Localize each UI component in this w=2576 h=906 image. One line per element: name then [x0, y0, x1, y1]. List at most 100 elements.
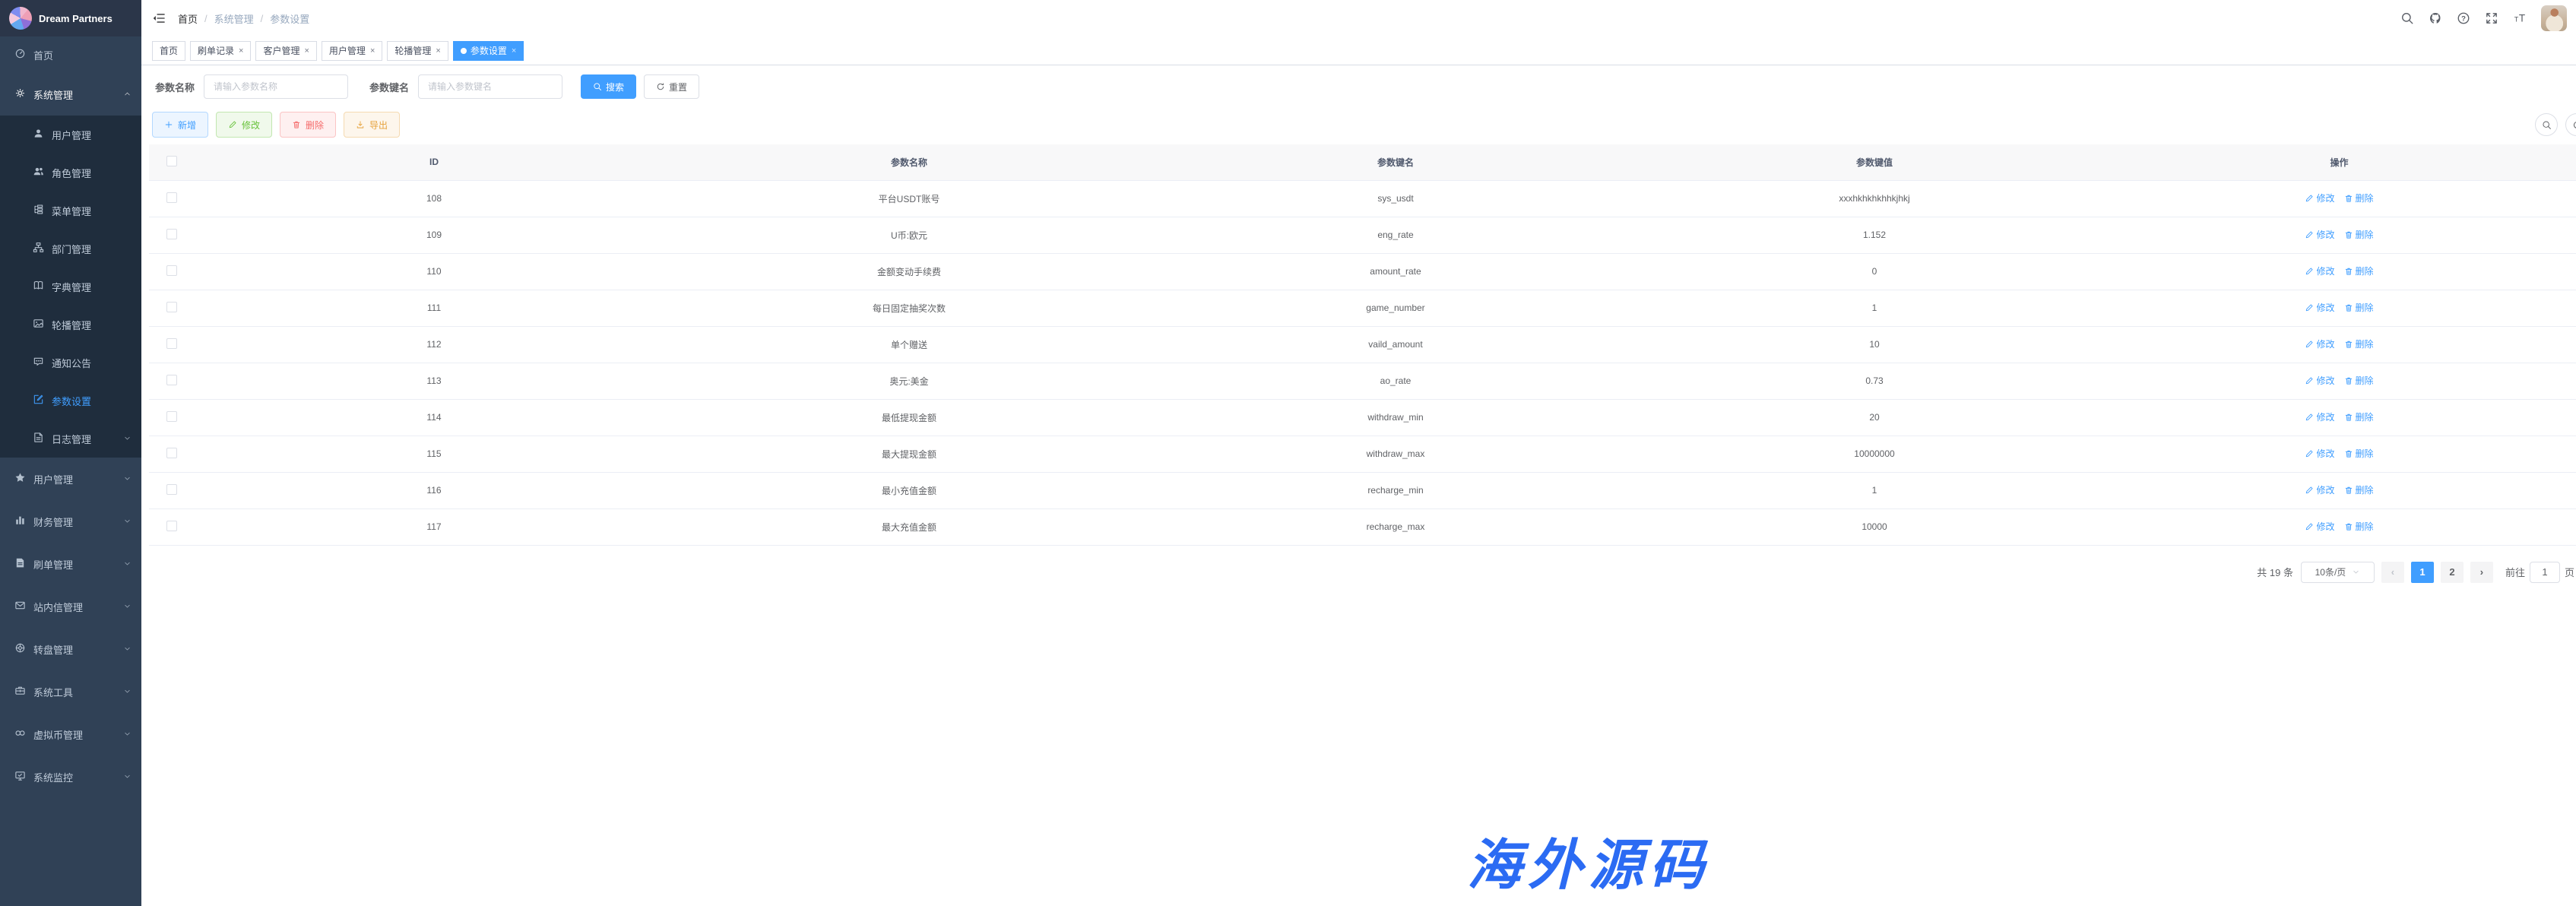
row-delete-link[interactable]: 删除 [2344, 192, 2374, 204]
page-size-select[interactable]: 10条/页 [2301, 562, 2375, 583]
fullscreen-icon[interactable] [2485, 11, 2498, 25]
row-edit-link[interactable]: 修改 [2305, 265, 2334, 277]
sidebar-fold-icon[interactable] [152, 11, 166, 25]
next-page-button[interactable]: › [2470, 562, 2493, 583]
row-edit-link[interactable]: 修改 [2305, 228, 2334, 241]
row-checkbox[interactable] [166, 521, 177, 531]
row-delete-link[interactable]: 删除 [2344, 374, 2374, 387]
row-edit-label: 修改 [2316, 447, 2334, 460]
sidebar-item-users[interactable]: 角色管理 [0, 154, 141, 192]
cell-value: 10000000 [1646, 436, 2102, 472]
close-icon[interactable]: × [304, 46, 309, 55]
show-search-toggle-icon[interactable] [2535, 113, 2558, 136]
question-icon[interactable] [2457, 11, 2470, 25]
search-button[interactable]: 搜索 [581, 74, 636, 99]
row-checkbox[interactable] [166, 265, 177, 276]
row-checkbox-cell [149, 399, 195, 436]
row-checkbox[interactable] [166, 411, 177, 422]
row-delete-link[interactable]: 删除 [2344, 410, 2374, 423]
row-delete-link[interactable]: 删除 [2344, 483, 2374, 496]
param-key-input[interactable] [418, 74, 562, 99]
sidebar-item-label: 系统管理 [33, 87, 73, 102]
row-delete-link[interactable]: 删除 [2344, 520, 2374, 533]
select-all-checkbox[interactable] [166, 156, 177, 166]
row-checkbox[interactable] [166, 338, 177, 349]
sidebar-item-message[interactable]: 通知公告 [0, 344, 141, 382]
sidebar-item-coins[interactable]: 虚拟币管理 [0, 713, 141, 756]
row-checkbox[interactable] [166, 448, 177, 458]
row-edit-link[interactable]: 修改 [2305, 410, 2334, 423]
row-edit-link[interactable]: 修改 [2305, 337, 2334, 350]
table-row: 108平台USDT账号sys_usdtxxxhkhkhkhhkjhkj修改删除 [149, 180, 2576, 217]
breadcrumb-home[interactable]: 首页 [178, 11, 198, 26]
sidebar-item-log[interactable]: 日志管理 [0, 420, 141, 458]
row-delete-link[interactable]: 删除 [2344, 228, 2374, 241]
close-icon[interactable]: × [370, 46, 375, 55]
sidebar-item-label: 角色管理 [52, 166, 91, 180]
brand-title: Dream Partners [39, 13, 112, 24]
sidebar-item-image[interactable]: 轮播管理 [0, 306, 141, 344]
row-delete-link[interactable]: 删除 [2344, 265, 2374, 277]
tab-3[interactable]: 用户管理× [322, 41, 382, 61]
table-row: 115最大提现金额withdraw_max10000000修改删除 [149, 436, 2576, 472]
font-size-icon[interactable] [2513, 11, 2527, 25]
sidebar-item-tree[interactable]: 部门管理 [0, 230, 141, 268]
param-name-input[interactable] [204, 74, 348, 99]
sidebar-item-chart-bar[interactable]: 财务管理 [0, 500, 141, 543]
row-edit-link[interactable]: 修改 [2305, 374, 2334, 387]
prev-page-button[interactable]: ‹ [2381, 562, 2404, 583]
row-delete-link[interactable]: 删除 [2344, 447, 2374, 460]
sidebar-item-dashboard[interactable]: 首页 [0, 36, 141, 73]
document-icon [14, 557, 26, 570]
column-header: 参数键值 [1646, 144, 2102, 180]
sidebar-item-document[interactable]: 刷单管理 [0, 543, 141, 585]
sidebar-item-star[interactable]: 用户管理 [0, 458, 141, 500]
search-icon[interactable] [2400, 11, 2414, 25]
avatar[interactable] [2541, 5, 2567, 31]
dashboard-icon [14, 48, 26, 61]
tab-1[interactable]: 刷单记录× [190, 41, 251, 61]
row-checkbox[interactable] [166, 229, 177, 239]
row-edit-link[interactable]: 修改 [2305, 483, 2334, 496]
page-button-1[interactable]: 1 [2411, 562, 2434, 583]
row-checkbox[interactable] [166, 192, 177, 203]
delete-button[interactable]: 删除 [280, 112, 336, 138]
sidebar-item-book[interactable]: 字典管理 [0, 268, 141, 306]
row-delete-link[interactable]: 删除 [2344, 337, 2374, 350]
tab-4[interactable]: 轮播管理× [387, 41, 448, 61]
sidebar-item-edit-square[interactable]: 参数设置 [0, 382, 141, 420]
row-edit-link[interactable]: 修改 [2305, 520, 2334, 533]
reset-button[interactable]: 重置 [644, 74, 699, 99]
row-delete-link[interactable]: 删除 [2344, 301, 2374, 314]
goto-page-input[interactable] [2530, 562, 2560, 583]
logo-bar[interactable]: Dream Partners [0, 0, 141, 36]
breadcrumb: 首页 / 系统管理 / 参数设置 [178, 11, 309, 26]
tab-home[interactable]: 首页 [152, 41, 185, 61]
menu-list-icon [33, 204, 44, 217]
edit-button[interactable]: 修改 [216, 112, 272, 138]
page-button-2[interactable]: 2 [2441, 562, 2464, 583]
sidebar-item-gear[interactable]: 系统管理 [0, 73, 141, 116]
tab-5[interactable]: 参数设置× [453, 41, 524, 61]
export-button[interactable]: 导出 [344, 112, 400, 138]
row-edit-link[interactable]: 修改 [2305, 447, 2334, 460]
row-edit-link[interactable]: 修改 [2305, 301, 2334, 314]
refresh-icon[interactable] [2565, 113, 2576, 136]
sidebar-item-wheel[interactable]: 转盘管理 [0, 628, 141, 670]
sidebar-item-mail[interactable]: 站内信管理 [0, 585, 141, 628]
sidebar-item-user[interactable]: 用户管理 [0, 116, 141, 154]
close-icon[interactable]: × [239, 46, 243, 55]
row-checkbox[interactable] [166, 375, 177, 385]
row-checkbox[interactable] [166, 484, 177, 495]
row-edit-link[interactable]: 修改 [2305, 192, 2334, 204]
tab-label: 首页 [160, 44, 178, 57]
sidebar-item-toolbox[interactable]: 系统工具 [0, 670, 141, 713]
tab-2[interactable]: 客户管理× [255, 41, 316, 61]
row-checkbox[interactable] [166, 302, 177, 312]
close-icon[interactable]: × [436, 46, 440, 55]
close-icon[interactable]: × [512, 46, 516, 55]
sidebar-item-menu-list[interactable]: 菜单管理 [0, 192, 141, 230]
add-button[interactable]: 新增 [152, 112, 208, 138]
sidebar-item-monitor[interactable]: 系统监控 [0, 756, 141, 798]
github-icon[interactable] [2429, 11, 2442, 25]
